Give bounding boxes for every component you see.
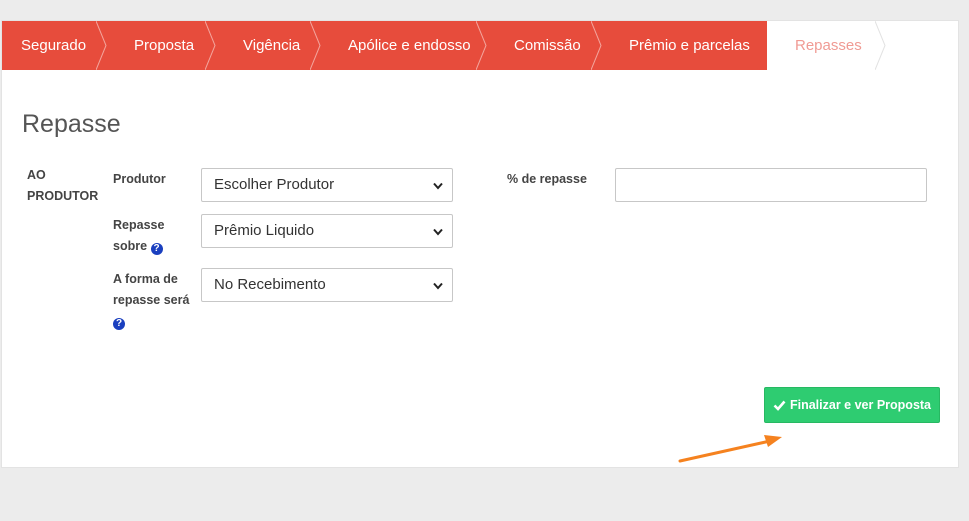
step-premio-parcelas[interactable]: Prêmio e parcelas <box>601 21 767 70</box>
step-segurado[interactable]: Segurado <box>2 21 107 70</box>
repasse-sobre-select[interactable]: Prêmio Liquido <box>201 214 453 248</box>
step-separator-icon <box>476 21 487 70</box>
step-label: Apólice e endosso <box>348 37 471 54</box>
steps-filler <box>885 21 958 70</box>
repasse-sobre-label-line2: sobre <box>113 239 148 253</box>
step-label: Comissão <box>514 37 581 54</box>
step-separator-icon <box>310 21 321 70</box>
forma-repasse-label-line2: repasse será <box>113 293 190 307</box>
proposal-card: Segurado Proposta Vigência Apólice e end… <box>1 20 959 468</box>
percentual-label: % de repasse <box>507 172 587 186</box>
step-proposta[interactable]: Proposta <box>106 21 216 70</box>
step-apolice-endosso[interactable]: Apólice e endosso <box>320 21 487 70</box>
step-label: Vigência <box>243 37 301 54</box>
section-title: Repasse <box>22 110 121 138</box>
help-icon[interactable]: ? <box>150 243 163 255</box>
forma-repasse-select[interactable]: No Recebimento <box>201 268 453 302</box>
step-label: Prêmio e parcelas <box>629 37 750 54</box>
produtor-select-value: Escolher Produtor <box>214 176 335 193</box>
finalizar-button-label: Finalizar e ver Proposta <box>789 398 932 412</box>
step-separator-icon <box>757 21 767 70</box>
step-label: Segurado <box>21 37 87 54</box>
wizard-steps: Segurado Proposta Vigência Apólice e end… <box>2 21 958 70</box>
repasse-sobre-label-line1: Repasse <box>113 218 165 232</box>
forma-repasse-label: A forma de repasse será ? <box>113 269 189 332</box>
forma-repasse-select-value: No Recebimento <box>214 276 326 293</box>
repasse-sobre-label: Repasse sobre ? <box>113 215 164 257</box>
step-label: Repasses <box>795 37 862 54</box>
chevron-down-icon <box>433 228 443 236</box>
percentual-input[interactable] <box>615 168 927 202</box>
forma-repasse-label-line1: A forma de <box>113 272 178 286</box>
group-label: AO PRODUTOR <box>27 168 99 203</box>
check-icon <box>773 400 786 411</box>
step-label: Proposta <box>134 37 195 54</box>
finalizar-button[interactable]: Finalizar e ver Proposta <box>764 387 940 423</box>
step-separator-icon <box>96 21 107 70</box>
step-comissao[interactable]: Comissão <box>486 21 602 70</box>
step-vigencia[interactable]: Vigência <box>215 21 321 70</box>
step-separator-icon <box>875 21 886 70</box>
repasse-sobre-select-value: Prêmio Liquido <box>214 222 315 239</box>
annotation-arrow <box>678 435 782 463</box>
chevron-down-icon <box>433 182 443 190</box>
chevron-down-icon <box>433 282 443 290</box>
produtor-select[interactable]: Escolher Produtor <box>201 168 453 202</box>
produtor-label: Produtor <box>113 172 166 186</box>
help-icon[interactable]: ? <box>113 318 125 330</box>
step-repasses[interactable]: Repasses <box>767 21 886 70</box>
step-separator-icon <box>591 21 602 70</box>
step-separator-icon <box>205 21 216 70</box>
